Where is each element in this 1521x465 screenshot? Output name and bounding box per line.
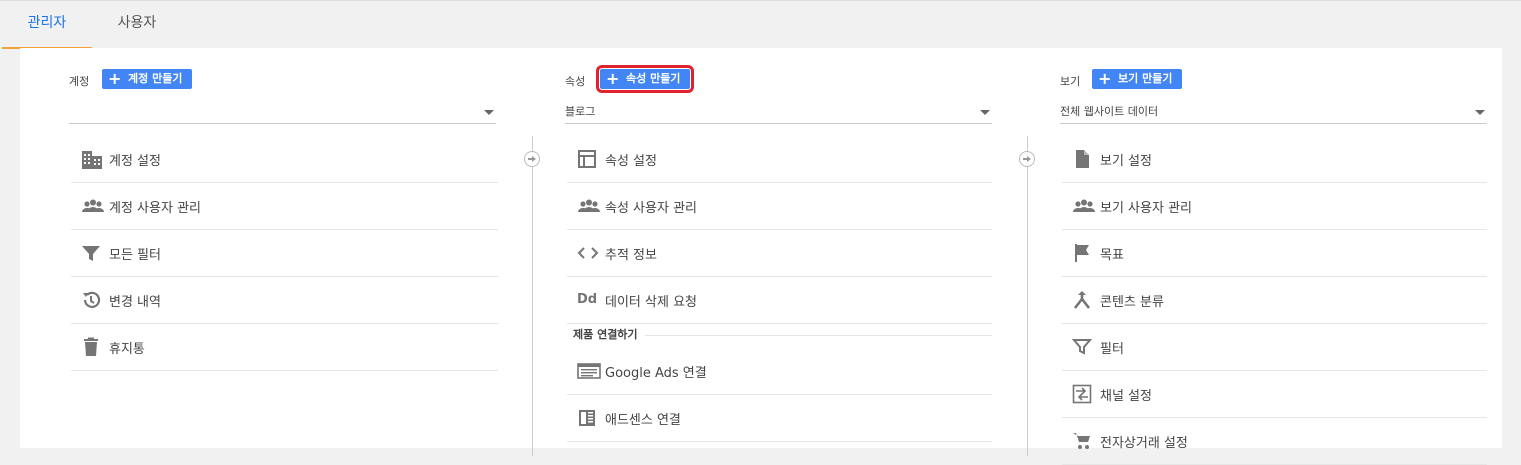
menu-item-label: 모든 필터 xyxy=(109,248,161,263)
menu-item-label: 데이터 삭제 요청 xyxy=(605,295,697,310)
menu-item-label: 속성 설정 xyxy=(605,154,657,169)
menu-item-label: Google Ads 연결 xyxy=(605,366,707,381)
flag-icon xyxy=(1072,243,1092,263)
menu-item-label: 속성 사용자 관리 xyxy=(605,201,697,216)
create-view-button[interactable]: + 보기 만들기 xyxy=(1092,69,1183,89)
menu-item-adsense-linking[interactable]: 애드센스 연결 xyxy=(567,395,992,442)
section-divider xyxy=(645,335,992,336)
property-select[interactable]: 블로그 xyxy=(565,101,992,124)
menu-item-data-deletion-requests[interactable]: Dd 데이터 삭제 요청 xyxy=(567,277,992,324)
dd-icon: Dd xyxy=(577,292,598,307)
menu-item-label: 보기 사용자 관리 xyxy=(1100,201,1192,216)
arrow-right-icon xyxy=(1019,151,1035,167)
menu-item-label: 계정 설정 xyxy=(109,154,161,169)
menu-item-label: 변경 내역 xyxy=(109,295,161,310)
adsense-icon xyxy=(577,408,597,428)
dropdown-caret-icon xyxy=(1475,110,1485,115)
menu-item-property-settings[interactable]: 속성 설정 xyxy=(567,136,992,183)
code-icon xyxy=(577,243,599,263)
create-account-button[interactable]: + 계정 만들기 xyxy=(102,69,193,89)
create-property-label: 속성 만들기 xyxy=(626,72,681,85)
filter-icon xyxy=(1071,337,1093,357)
column-divider xyxy=(532,136,533,456)
property-heading: 속성 xyxy=(565,75,586,88)
create-account-label: 계정 만들기 xyxy=(128,72,183,85)
view-select[interactable]: 전체 웹사이트 데이터 xyxy=(1060,101,1487,124)
dropdown-caret-icon xyxy=(484,110,494,115)
menu-item-label: 애드센스 연결 xyxy=(605,413,681,428)
create-property-button[interactable]: + 속성 만들기 xyxy=(595,65,695,93)
section-label: 제품 연결하기 xyxy=(573,328,638,341)
view-select-value: 전체 웹사이트 데이터 xyxy=(1060,105,1159,118)
cart-icon xyxy=(1072,431,1092,451)
plus-icon: + xyxy=(606,69,620,88)
menu-item-content-grouping[interactable]: 콘텐츠 분류 xyxy=(1062,277,1487,324)
menu-item-filters[interactable]: 필터 xyxy=(1062,324,1487,371)
property-select-value: 블로그 xyxy=(565,105,596,118)
menu-item-label: 콘텐츠 분류 xyxy=(1100,295,1164,310)
menu-item-change-history[interactable]: 변경 내역 xyxy=(71,277,498,324)
product-linking-section: 제품 연결하기 xyxy=(567,324,992,348)
people-icon xyxy=(81,196,104,216)
top-tabs: 관리자 사용자 xyxy=(0,0,1521,49)
view-menu: 보기 설정 보기 사용자 관리 목표 콘텐츠 분류 필터 채널 설정 전자상거래… xyxy=(1062,136,1487,465)
layout-icon xyxy=(577,149,597,169)
menu-item-label: 필터 xyxy=(1100,342,1124,357)
menu-item-view-user-management[interactable]: 보기 사용자 관리 xyxy=(1062,183,1487,230)
column-divider xyxy=(1027,136,1028,456)
menu-item-ecommerce-settings[interactable]: 전자상거래 설정 xyxy=(1062,418,1487,465)
menu-item-label: 추적 정보 xyxy=(605,248,657,263)
trash-icon xyxy=(81,337,101,357)
menu-item-all-filters[interactable]: 모든 필터 xyxy=(71,230,498,277)
admin-panel: 계정 + 계정 만들기 계정 설정 계정 사용자 관리 모든 필터 변경 내역 … xyxy=(20,48,1502,465)
account-heading: 계정 xyxy=(69,75,90,88)
menu-item-label: 휴지통 xyxy=(109,342,145,357)
menu-item-view-settings[interactable]: 보기 설정 xyxy=(1062,136,1487,183)
property-header: 속성 + 속성 만들기 xyxy=(565,65,992,93)
history-icon xyxy=(81,290,101,310)
menu-item-tracking-info[interactable]: 추적 정보 xyxy=(567,230,992,277)
account-header: 계정 + 계정 만들기 xyxy=(69,69,496,91)
property-menu: 속성 설정 속성 사용자 관리 추적 정보 Dd 데이터 삭제 요청 제품 연결… xyxy=(567,136,992,442)
menu-item-property-user-management[interactable]: 속성 사용자 관리 xyxy=(567,183,992,230)
menu-item-trash[interactable]: 휴지통 xyxy=(71,324,498,371)
menu-item-goals[interactable]: 목표 xyxy=(1062,230,1487,277)
account-column: 계정 + 계정 만들기 계정 설정 계정 사용자 관리 모든 필터 변경 내역 … xyxy=(69,48,498,448)
people-icon xyxy=(577,196,600,216)
menu-item-google-ads-linking[interactable]: Google Ads 연결 xyxy=(567,348,992,395)
menu-item-label: 계정 사용자 관리 xyxy=(109,201,201,216)
document-icon xyxy=(1072,149,1092,169)
tab-user[interactable]: 사용자 xyxy=(92,1,182,47)
account-select[interactable] xyxy=(69,101,496,124)
menu-item-label: 목표 xyxy=(1100,248,1124,263)
menu-item-channel-settings[interactable]: 채널 설정 xyxy=(1062,371,1487,418)
view-column: 보기 + 보기 만들기 전체 웹사이트 데이터 보기 설정 보기 사용자 관리 xyxy=(1060,48,1487,465)
property-column: 속성 + 속성 만들기 블로그 속성 설정 속성 사용자 관리 추적 정보 Dd… xyxy=(565,48,992,448)
menu-item-label: 전자상거래 설정 xyxy=(1100,436,1188,451)
plus-icon: + xyxy=(1098,69,1112,88)
menu-item-label: 채널 설정 xyxy=(1100,389,1152,404)
channel-icon xyxy=(1072,384,1092,404)
menu-item-label: 보기 설정 xyxy=(1100,154,1152,169)
dropdown-caret-icon xyxy=(980,110,990,115)
plus-icon: + xyxy=(108,69,122,88)
people-icon xyxy=(1072,196,1095,216)
menu-item-account-user-management[interactable]: 계정 사용자 관리 xyxy=(71,183,498,230)
view-header: 보기 + 보기 만들기 xyxy=(1060,69,1487,91)
merge-icon xyxy=(1072,290,1092,310)
account-menu: 계정 설정 계정 사용자 관리 모든 필터 변경 내역 휴지통 xyxy=(71,136,498,371)
building-icon xyxy=(81,149,102,169)
menu-item-account-settings[interactable]: 계정 설정 xyxy=(71,136,498,183)
filter-icon xyxy=(81,243,101,263)
tab-admin[interactable]: 관리자 xyxy=(2,1,92,49)
view-heading: 보기 xyxy=(1060,75,1081,88)
arrow-right-icon xyxy=(524,151,540,167)
ads-icon xyxy=(577,361,601,381)
create-view-label: 보기 만들기 xyxy=(1118,72,1173,85)
